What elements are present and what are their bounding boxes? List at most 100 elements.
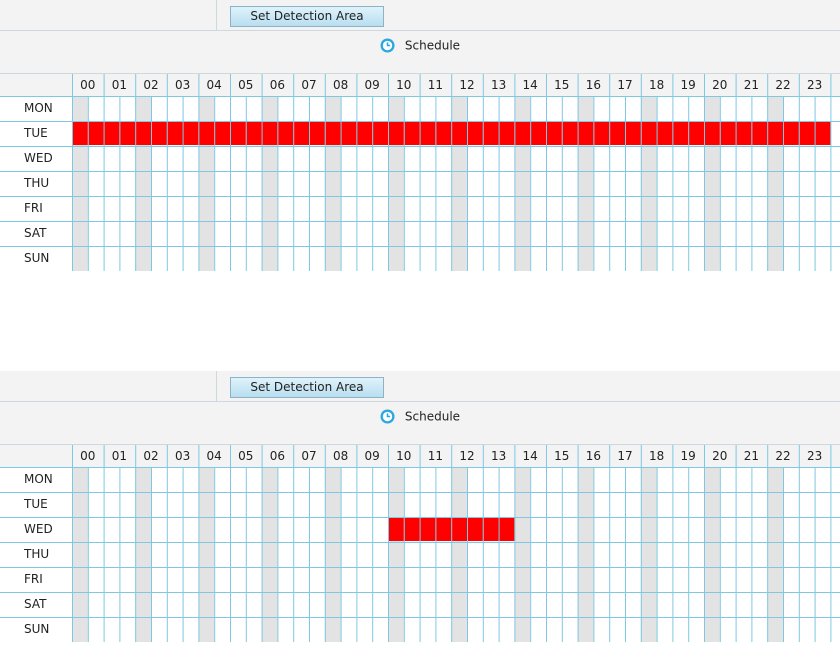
selected-slot[interactable] — [451, 518, 467, 541]
selected-slot[interactable] — [467, 518, 483, 541]
selected-slot[interactable] — [814, 122, 831, 145]
hour-label[interactable]: 06 — [262, 74, 294, 96]
hour-label[interactable]: 07 — [293, 445, 325, 467]
selected-slot[interactable] — [482, 122, 499, 145]
selected-slot[interactable] — [625, 122, 641, 145]
selected-slot[interactable] — [514, 122, 531, 145]
selected-slot[interactable] — [72, 122, 88, 145]
selected-slot[interactable] — [340, 122, 357, 145]
hour-label[interactable]: 00 — [72, 74, 104, 96]
hour-label[interactable]: 06 — [262, 445, 294, 467]
selected-slot[interactable] — [87, 122, 104, 145]
day-label-sun[interactable]: SUN — [0, 617, 72, 642]
hour-label[interactable]: 15 — [546, 445, 578, 467]
selected-slot[interactable] — [324, 122, 341, 145]
hour-label[interactable]: 22 — [767, 74, 799, 96]
set-detection-area-button[interactable]: Set Detection Area — [230, 377, 384, 398]
day-label-wed[interactable]: WED — [0, 146, 72, 171]
hour-label[interactable]: 05 — [230, 74, 262, 96]
selected-slot[interactable] — [419, 122, 436, 145]
hour-label[interactable]: 19 — [672, 74, 704, 96]
hour-label[interactable]: 02 — [135, 445, 167, 467]
selected-slot[interactable] — [783, 122, 799, 145]
selected-slot[interactable] — [704, 122, 720, 145]
hour-label[interactable]: 10 — [388, 74, 420, 96]
hour-label[interactable]: 18 — [641, 74, 673, 96]
day-label-fri[interactable]: FRI — [0, 567, 72, 592]
hour-label[interactable]: 05 — [230, 445, 262, 467]
hour-label[interactable]: 20 — [704, 74, 736, 96]
selected-slot[interactable] — [309, 122, 325, 145]
selected-slot[interactable] — [419, 518, 436, 541]
selected-slot[interactable] — [230, 122, 246, 145]
selected-slot[interactable] — [688, 122, 704, 145]
day-label-wed[interactable]: WED — [0, 517, 72, 542]
selected-slot[interactable] — [451, 122, 467, 145]
hour-label[interactable]: 03 — [167, 74, 199, 96]
selected-slot[interactable] — [656, 122, 673, 145]
hour-label[interactable]: 08 — [325, 74, 357, 96]
selected-slot[interactable] — [135, 122, 151, 145]
selected-slot[interactable] — [166, 122, 183, 145]
hour-label[interactable]: 10 — [388, 445, 420, 467]
selected-slot[interactable] — [103, 122, 120, 145]
hour-label[interactable]: 21 — [736, 445, 768, 467]
selected-slot[interactable] — [182, 122, 199, 145]
selected-slot[interactable] — [151, 122, 167, 145]
hour-label[interactable]: 22 — [767, 445, 799, 467]
day-label-tue[interactable]: TUE — [0, 492, 72, 517]
day-label-mon[interactable]: MON — [0, 96, 72, 121]
hour-label[interactable]: 11 — [420, 74, 452, 96]
hour-label[interactable]: 19 — [672, 445, 704, 467]
hour-label[interactable]: 23 — [799, 74, 831, 96]
day-label-sun[interactable]: SUN — [0, 246, 72, 271]
selected-slot[interactable] — [593, 122, 610, 145]
day-label-sat[interactable]: SAT — [0, 592, 72, 617]
hour-label[interactable]: 09 — [356, 445, 388, 467]
selected-slot[interactable] — [719, 122, 736, 145]
hour-label[interactable]: 14 — [514, 445, 546, 467]
selected-slot[interactable] — [672, 122, 689, 145]
selected-slot[interactable] — [198, 122, 215, 145]
selected-slot[interactable] — [530, 122, 546, 145]
selected-slot[interactable] — [356, 122, 373, 145]
day-label-tue[interactable]: TUE — [0, 121, 72, 146]
hour-label[interactable]: 23 — [799, 445, 831, 467]
hour-label[interactable]: 08 — [325, 445, 357, 467]
hour-label[interactable]: 14 — [514, 74, 546, 96]
hour-label[interactable]: 02 — [135, 74, 167, 96]
hour-label[interactable]: 17 — [609, 445, 641, 467]
selected-slot[interactable] — [498, 122, 515, 145]
selected-slot[interactable] — [498, 518, 515, 541]
hour-label[interactable]: 04 — [198, 74, 230, 96]
selected-slot[interactable] — [767, 122, 783, 145]
selected-slot[interactable] — [372, 122, 388, 145]
hour-label[interactable]: 09 — [356, 74, 388, 96]
selected-slot[interactable] — [119, 122, 136, 145]
day-label-thu[interactable]: THU — [0, 171, 72, 196]
hour-label[interactable]: 18 — [641, 445, 673, 467]
hour-label[interactable]: 21 — [736, 74, 768, 96]
selected-slot[interactable] — [245, 122, 262, 145]
hour-label[interactable]: 11 — [420, 445, 452, 467]
hour-label[interactable]: 01 — [104, 74, 136, 96]
selected-slot[interactable] — [482, 518, 499, 541]
hour-label[interactable]: 20 — [704, 445, 736, 467]
hour-label[interactable]: 00 — [72, 445, 104, 467]
selected-slot[interactable] — [388, 122, 404, 145]
selected-slot[interactable] — [640, 122, 657, 145]
selected-slot[interactable] — [751, 122, 768, 145]
hour-label[interactable]: 03 — [167, 445, 199, 467]
hour-label[interactable]: 16 — [578, 74, 610, 96]
hour-label[interactable]: 13 — [483, 445, 515, 467]
hour-label[interactable]: 12 — [451, 445, 483, 467]
day-label-thu[interactable]: THU — [0, 542, 72, 567]
selected-slot[interactable] — [561, 122, 578, 145]
day-label-sat[interactable]: SAT — [0, 221, 72, 246]
selected-slot[interactable] — [546, 122, 562, 145]
selected-slot[interactable] — [577, 122, 594, 145]
selected-slot[interactable] — [467, 122, 483, 145]
selected-slot[interactable] — [435, 122, 452, 145]
hour-label[interactable]: 07 — [293, 74, 325, 96]
hour-label[interactable]: 16 — [578, 445, 610, 467]
